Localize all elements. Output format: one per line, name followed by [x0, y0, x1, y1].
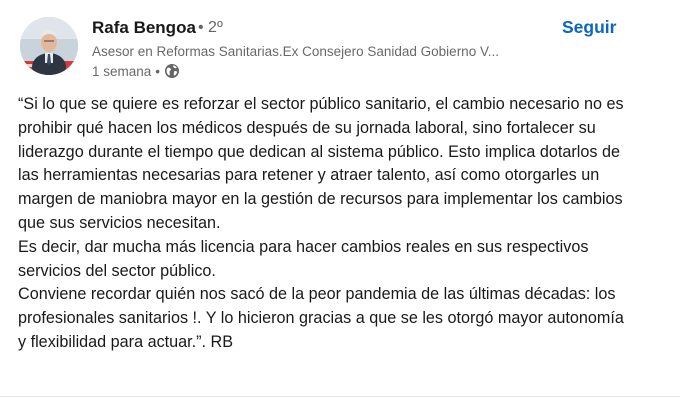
post-line: las herramientas necesarias para retener…	[18, 166, 600, 185]
post-line: Conviene recordar quién nos sacó de la p…	[18, 285, 616, 304]
post-line: liderazgo durante el tiempo que dedican …	[18, 142, 620, 161]
avatar-image	[20, 17, 78, 75]
post-body: “Si lo que se quiere es reforzar el sect…	[18, 93, 678, 355]
post-line: “Si lo que se quiere es reforzar el sect…	[18, 95, 624, 113]
post-card: Rafa Bengoa • 2º Asesor en Reformas Sani…	[0, 0, 680, 401]
post-meta: 1 semana •	[92, 63, 180, 79]
post-line: que sus servicios necesitan.	[18, 213, 221, 232]
author-avatar[interactable]	[20, 17, 78, 75]
post-time: 1 semana	[92, 63, 152, 79]
post-line: Es decir, dar mucha más licencia para ha…	[18, 237, 589, 256]
connection-degree: • 2º	[198, 19, 223, 36]
post-line: margen de maniobra mayor en la gestión d…	[18, 190, 623, 209]
post-line: profesionales sanitarios !. Y lo hiciero…	[18, 309, 624, 328]
meta-separator: •	[155, 63, 161, 79]
post-line: y flexibilidad para actuar.”. RB	[18, 332, 234, 351]
follow-button[interactable]: Seguir	[562, 15, 616, 40]
author-headline[interactable]: Asesor en Reformas Sanitarias.Ex Conseje…	[92, 44, 532, 59]
divider	[0, 396, 680, 397]
post-line: servicios del sector público.	[18, 261, 216, 280]
globe-icon	[164, 63, 180, 79]
post-line: prohibir qué hacen los médicos después d…	[18, 118, 596, 137]
author-name[interactable]: Rafa Bengoa	[92, 18, 196, 38]
